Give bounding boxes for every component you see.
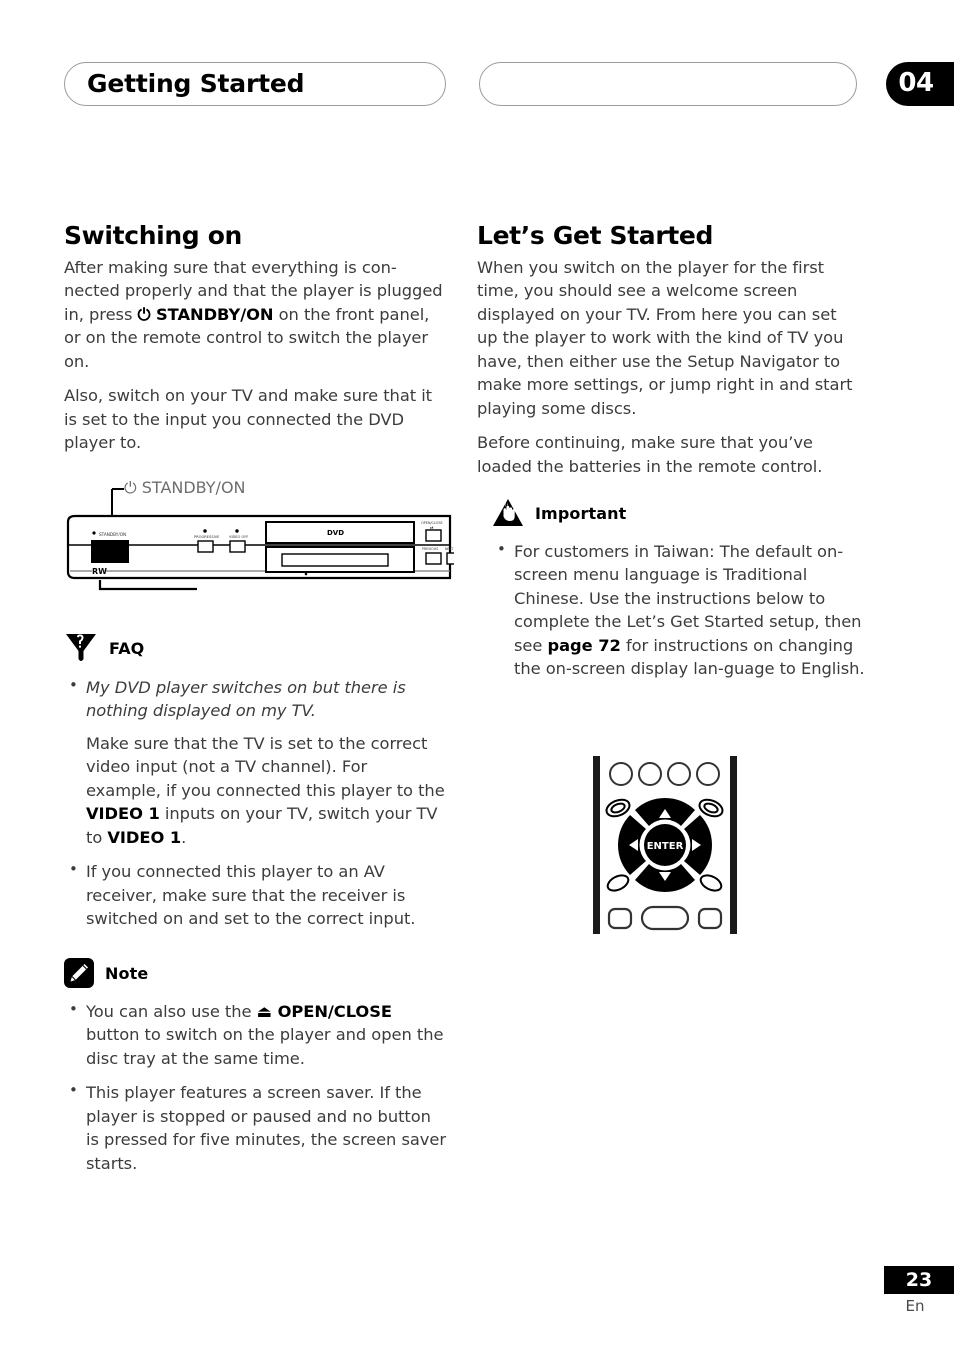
note-list: You can also use the ⏏ OPEN/CLOSE button…: [64, 999, 446, 1175]
faq-answer-1: Make sure that the TV is set to the corr…: [86, 732, 446, 849]
faq-item: If you connected this player to an AV re…: [64, 859, 446, 930]
front-display-panel: [281, 553, 389, 567]
svg-text:VIDEO OFF: VIDEO OFF: [229, 535, 249, 539]
remote-control-figure: ENTER: [589, 752, 741, 938]
svg-text:DVD: DVD: [327, 529, 344, 537]
faq-ans1-a: Make sure that the TV is set to the corr…: [86, 733, 445, 800]
panel-standby-label: STANDBY/ON: [99, 532, 126, 537]
svg-text:NEXT: NEXT: [445, 547, 454, 551]
language-code: En: [905, 1297, 925, 1315]
faq-funnel-icon: [66, 634, 96, 661]
faq-item: My DVD player switches on but there is n…: [64, 675, 446, 849]
faq-block: FAQ My DVD player switches on but there …: [64, 632, 446, 931]
svg-text:RW: RW: [92, 567, 107, 576]
note-item: This player features a screen saver. If …: [64, 1080, 446, 1175]
important-item: For customers in Taiwan: The default on-…: [492, 539, 870, 681]
dvd-player-figure: STANDBY/ON RW PROGRESSIVE VIDEO OFF DVD: [64, 470, 463, 596]
power-symbol-icon: ⏻: [124, 478, 137, 497]
lets-get-started-paragraph-2: Before continuing, make sure that you’ve…: [477, 433, 823, 476]
panel-standby-led: [92, 531, 96, 535]
switching-on-paragraph-2: Also, switch on your TV and make sure th…: [64, 386, 433, 453]
right-column: Let’s Get Started When you switch on the…: [477, 222, 859, 478]
standby-on-bold: ⏻ STANDBY/ON: [137, 304, 274, 324]
faq-answer-2: If you connected this player to an AV re…: [86, 862, 416, 929]
lets-get-started-paragraph-1: When you switch on the player for the fi…: [477, 258, 853, 418]
note-heading: Note: [64, 958, 446, 988]
note1-a: You can also use the: [86, 1002, 257, 1021]
important-list: For customers in Taiwan: The default on-…: [492, 539, 870, 681]
note-block: Note You can also use the ⏏ OPEN/CLOSE b…: [64, 958, 446, 1175]
pencil-note-icon: [64, 958, 94, 988]
warning-triangle-hand-icon: !!: [493, 499, 523, 526]
faq-ans1-c: .: [181, 827, 187, 847]
standby-on-callout: ⏻ STANDBY/ON: [124, 478, 246, 498]
page-title: Getting Started: [87, 68, 305, 98]
faq-label: FAQ: [109, 638, 145, 658]
note-item: You can also use the ⏏ OPEN/CLOSE button…: [64, 999, 446, 1070]
remote-bottom-buttons: [607, 905, 723, 931]
video1-bold-2: VIDEO 1: [107, 827, 182, 847]
page-72-bold: page 72: [547, 635, 621, 655]
header-section-pill: Getting Started: [64, 62, 446, 106]
switching-on-heading: Switching on: [64, 221, 242, 250]
important-block: !! Important For customers in Taiwan: Th…: [492, 498, 870, 681]
chapter-number: 04: [898, 67, 934, 98]
rw-logo: RW: [92, 567, 107, 576]
svg-text:PROGRESSIVE: PROGRESSIVE: [194, 535, 220, 539]
open-close-bold: ⏏ OPEN/CLOSE: [256, 1002, 392, 1021]
page-number-badge: 23: [884, 1266, 954, 1294]
header-right-pill: [479, 62, 857, 106]
lets-get-started-heading: Let’s Get Started: [477, 221, 714, 250]
panel-standby-button: [91, 540, 129, 563]
page-header: Getting Started 04: [0, 62, 954, 108]
remote-left-edge: [593, 756, 600, 934]
note1-b: button to switch on the player and open …: [86, 1025, 444, 1068]
svg-text:OPEN/CLOSE: OPEN/CLOSE: [421, 521, 443, 525]
svg-text:!!: !!: [505, 503, 508, 508]
faq-question-1: My DVD player switches on but there is n…: [86, 678, 406, 721]
page-number: 23: [905, 1269, 933, 1291]
enter-button-label: ENTER: [647, 841, 684, 852]
faq-list: My DVD player switches on but there is n…: [64, 675, 446, 931]
svg-text:PREVIOUS: PREVIOUS: [422, 547, 438, 551]
remote-top-buttons: [609, 762, 720, 786]
important-label: Important: [535, 503, 627, 523]
important-heading: !! Important: [492, 498, 870, 528]
video1-bold-1: VIDEO 1: [86, 804, 160, 824]
switching-on-paragraph-1: After making sure that everything is con…: [64, 256, 446, 373]
chapter-badge: 04: [886, 62, 954, 106]
dvd-logo: DVD: [322, 527, 352, 538]
remote-right-edge: [730, 756, 737, 934]
standby-on-callout-label: STANDBY/ON: [141, 478, 246, 497]
note-label: Note: [105, 963, 149, 983]
left-column: Switching on After making sure that ever…: [64, 222, 446, 455]
faq-heading: FAQ: [64, 632, 446, 664]
